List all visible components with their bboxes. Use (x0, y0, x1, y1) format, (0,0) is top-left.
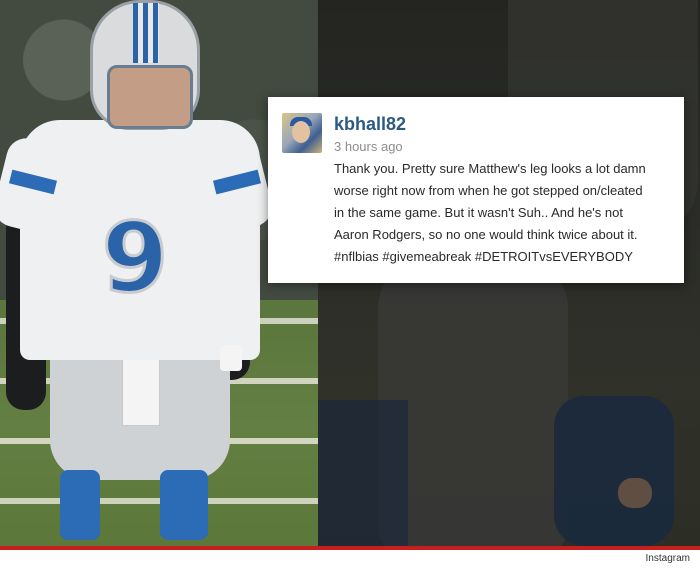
player-helmet (90, 0, 200, 130)
red-divider (0, 546, 700, 550)
comment-text: Thank you. Pretty sure Matthew's leg loo… (334, 158, 670, 268)
player-towel (122, 350, 160, 426)
comment-line: in the same game. But it wasn't Suh.. An… (334, 205, 623, 220)
comment-hashtags: #nflbias #givemeabreak #DETROITvsEVERYBO… (334, 249, 633, 264)
comment-line: Aaron Rodgers, so no one would think twi… (334, 227, 638, 242)
comment-line: worse right now from when he got stepped… (334, 183, 643, 198)
instagram-comment-card: kbhall82 3 hours ago Thank you. Pretty s… (268, 97, 684, 283)
face-mask (107, 65, 193, 129)
player-figure: 9 (0, 0, 310, 546)
jersey-number: 9 (100, 202, 170, 314)
avatar[interactable] (282, 113, 322, 153)
wristband (220, 345, 242, 371)
post-timestamp: 3 hours ago (334, 139, 403, 154)
photo-credit: Instagram (645, 553, 690, 564)
comment-line: Thank you. Pretty sure Matthew's leg loo… (334, 161, 646, 176)
username-link[interactable]: kbhall82 (334, 114, 406, 135)
